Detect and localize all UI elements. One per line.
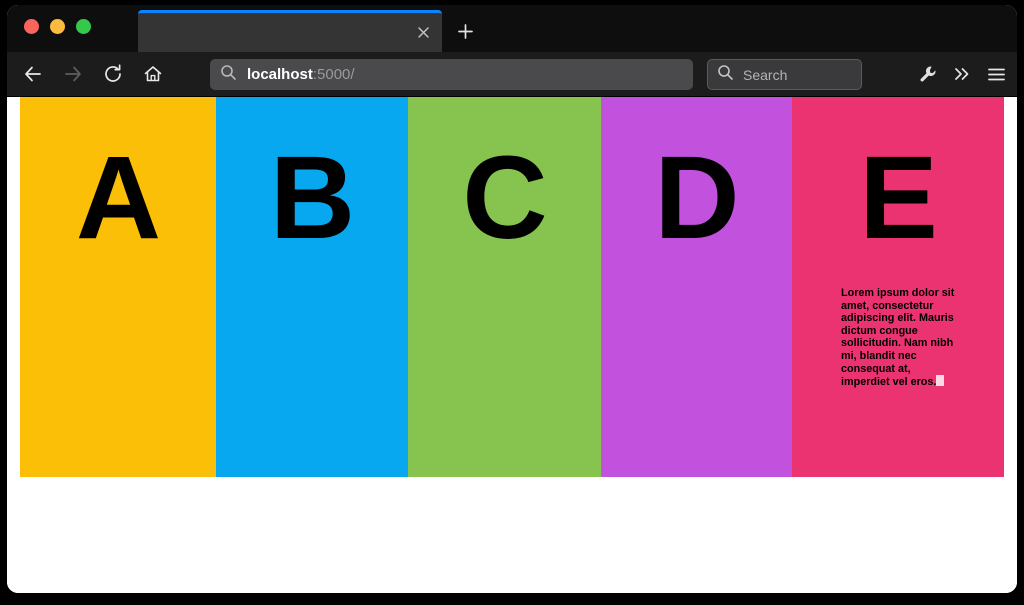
column-e: E Lorem ipsum dolor sit amet, consectetu…: [792, 97, 1004, 477]
back-icon[interactable]: [16, 57, 50, 91]
column-a: A: [20, 97, 216, 477]
column-letter: B: [269, 132, 355, 264]
column-letter: C: [462, 132, 547, 264]
column-d: D: [601, 97, 792, 477]
color-columns-container: A B C D E Lorem ipsum dolor sit amet, co…: [20, 97, 1004, 477]
column-letter: A: [75, 132, 161, 264]
toolbar-right-group: [911, 57, 1013, 91]
column-letter: E: [859, 132, 938, 264]
column-paragraph-text: Lorem ipsum dolor sit amet, consectetur …: [841, 287, 955, 389]
overflow-chevrons-icon[interactable]: [945, 57, 979, 91]
column-b: B: [216, 97, 408, 477]
browser-window: localhost:5000/ Search A B C D E Lorem i…: [7, 5, 1017, 593]
text-caret: [936, 375, 945, 387]
search-box[interactable]: Search: [707, 59, 862, 90]
reload-icon[interactable]: [96, 57, 130, 91]
address-bar-url: localhost:5000/: [247, 66, 355, 83]
home-icon[interactable]: [136, 57, 170, 91]
maximize-window-button[interactable]: [76, 19, 91, 34]
page-viewport: A B C D E Lorem ipsum dolor sit amet, co…: [7, 97, 1017, 593]
search-icon: [220, 64, 237, 86]
search-input-placeholder: Search: [743, 66, 788, 83]
minimize-window-button[interactable]: [50, 19, 65, 34]
navigation-toolbar: localhost:5000/ Search: [7, 52, 1017, 97]
address-bar-host: localhost: [247, 66, 313, 83]
column-paragraph: Lorem ipsum dolor sit amet, consectetur …: [841, 287, 959, 389]
browser-tab-active[interactable]: [138, 10, 442, 52]
forward-icon[interactable]: [56, 57, 90, 91]
wrench-icon[interactable]: [911, 57, 945, 91]
tab-strip: [7, 5, 1017, 52]
new-tab-button[interactable]: [453, 19, 477, 43]
window-controls: [24, 19, 91, 34]
close-window-button[interactable]: [24, 19, 39, 34]
tab-close-icon[interactable]: [412, 21, 434, 43]
search-icon: [717, 64, 734, 86]
hamburger-menu-icon[interactable]: [979, 57, 1013, 91]
column-c: C: [408, 97, 601, 477]
column-letter: D: [654, 132, 739, 264]
address-bar[interactable]: localhost:5000/: [210, 59, 693, 90]
address-bar-path: :5000/: [312, 66, 355, 83]
